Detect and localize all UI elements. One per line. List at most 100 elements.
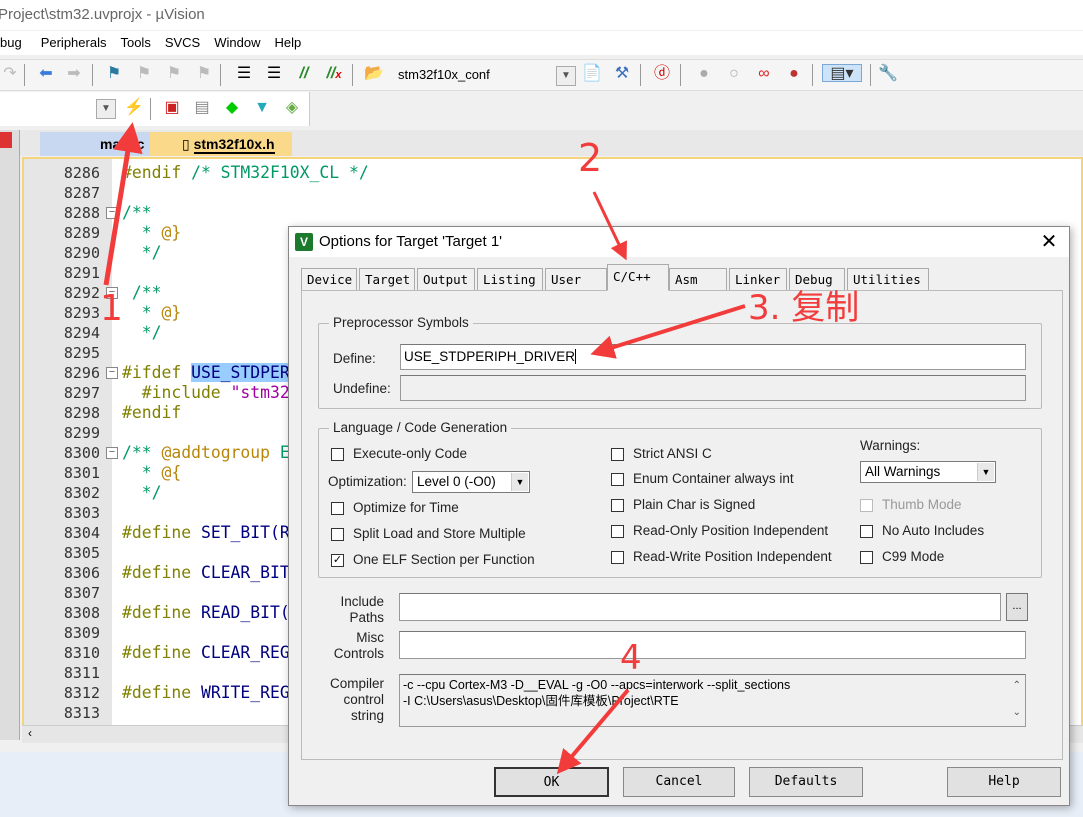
code-token: #define	[122, 523, 201, 542]
label-line: Misc	[356, 630, 384, 645]
split-load-store-checkbox[interactable]	[331, 528, 344, 541]
disable-breakpoints-icon[interactable]: ∞	[754, 65, 774, 83]
fold-toggle-icon[interactable]: −	[106, 367, 118, 379]
help-button[interactable]: Help	[947, 767, 1061, 797]
project-panel-edge	[0, 130, 20, 740]
line-number: 8303	[63, 504, 100, 522]
misc-controls-label: Misc Controls	[322, 630, 384, 662]
include-paths-input[interactable]	[399, 593, 1001, 621]
c99-mode-checkbox[interactable]	[860, 551, 873, 564]
scroll-up-icon[interactable]: ⌃	[1013, 678, 1021, 694]
tab-asm[interactable]: Asm	[669, 268, 727, 290]
enum-container-checkbox[interactable]	[611, 473, 624, 486]
one-elf-section-checkbox[interactable]: ✓	[331, 554, 344, 567]
tab-device[interactable]: Device	[301, 268, 357, 290]
tab-user[interactable]: User	[545, 268, 607, 290]
line-number: 8296	[63, 364, 100, 382]
fold-toggle-icon[interactable]: −	[106, 207, 118, 219]
tab-output[interactable]: Output	[417, 268, 475, 290]
tab-stm32f10x-h[interactable]: ▯ stm32f10x.h	[150, 132, 292, 156]
indent-icon[interactable]: ☰	[234, 65, 254, 83]
menu-debug[interactable]: bug	[0, 31, 29, 55]
tab-listing[interactable]: Listing	[477, 268, 543, 290]
prev-bookmark-icon[interactable]: ⚑	[134, 65, 154, 83]
close-icon[interactable]: ✕	[1035, 229, 1063, 255]
menu-tools[interactable]: Tools	[113, 31, 157, 55]
label-line: Paths	[349, 610, 384, 625]
bookmark-flag-icon[interactable]: ⚑	[104, 65, 124, 83]
line-number: 8305	[63, 544, 100, 562]
options-for-target-icon[interactable]: ⚡	[124, 99, 144, 117]
optimization-select[interactable]: Level 0 (-O0) ▼	[412, 471, 530, 493]
optimize-for-time-checkbox[interactable]	[331, 502, 344, 515]
browse-include-paths-button[interactable]: ...	[1006, 593, 1028, 621]
keil-app-icon: V	[295, 233, 313, 251]
no-auto-includes-label: No Auto Includes	[882, 523, 985, 538]
thumb-mode-label: Thumb Mode	[882, 497, 962, 512]
window-title-bar: Project\stm32.uvprojx - µVision	[0, 0, 1083, 30]
chevron-down-icon[interactable]: ▼	[556, 66, 576, 86]
menu-window[interactable]: Window	[207, 31, 267, 55]
manage-rte-icon[interactable]: ◆	[222, 99, 242, 117]
find-target-combo[interactable]: stm32f10x_conf	[390, 64, 578, 86]
code-line: #define WRITE_REG	[122, 683, 290, 703]
tab-main-c[interactable]: main.c	[40, 132, 152, 156]
next-bookmark-icon[interactable]: ⚑	[164, 65, 184, 83]
code-token: /* STM32F10X_CL */	[191, 163, 369, 182]
software-packs-icon[interactable]: ◈	[282, 99, 302, 117]
clear-bookmarks-icon[interactable]: ⚑	[194, 65, 214, 83]
manage-project-items-icon[interactable]: ▣	[162, 99, 182, 117]
thumb-mode-checkbox[interactable]	[860, 499, 873, 512]
back-arrow-icon[interactable]: ⬅	[36, 65, 56, 83]
scroll-left-icon[interactable]: ‹	[28, 726, 32, 740]
execute-only-checkbox[interactable]	[331, 448, 344, 461]
warnings-select[interactable]: All Warnings ▼	[860, 461, 996, 483]
cancel-button[interactable]: Cancel	[623, 767, 735, 797]
breakpoint-icon[interactable]: ●	[694, 65, 714, 83]
annotation-step-1: 1	[100, 288, 123, 329]
misc-controls-input[interactable]	[399, 631, 1026, 659]
line-number: 8290	[63, 244, 100, 262]
find-in-files-icon[interactable]: 📂	[364, 65, 384, 83]
no-auto-includes-checkbox[interactable]	[860, 525, 873, 538]
enum-container-label: Enum Container always int	[633, 471, 794, 486]
unindent-icon[interactable]: ☰	[264, 65, 284, 83]
incremental-find-icon[interactable]: 📄	[582, 65, 602, 83]
line-number: 8298	[63, 404, 100, 422]
forward-arrow-icon[interactable]: ➡	[64, 65, 84, 83]
define-input[interactable]: USE_STDPERIPH_DRIVER	[400, 344, 1026, 370]
tab-c-cpp[interactable]: C/C++	[607, 264, 669, 291]
ropi-checkbox[interactable]	[611, 525, 624, 538]
defaults-button[interactable]: Defaults	[749, 767, 863, 797]
rwpi-checkbox[interactable]	[611, 551, 624, 564]
tab-utilities[interactable]: Utilities	[847, 268, 929, 290]
enable-breakpoint-icon[interactable]: ○	[724, 65, 744, 83]
start-debug-icon[interactable]: ⓓ	[652, 65, 672, 83]
define-value: USE_STDPERIPH_DRIVER	[404, 349, 576, 364]
select-packs-icon[interactable]: ▤	[192, 99, 212, 117]
plain-char-signed-checkbox[interactable]	[611, 499, 624, 512]
fold-toggle-icon[interactable]: −	[106, 447, 118, 459]
pack-installer-icon[interactable]: ▼	[252, 99, 272, 117]
tab-target[interactable]: Target	[359, 268, 415, 290]
menu-svcs[interactable]: SVCS	[158, 31, 207, 55]
compiler-control-string-label: Compiler control string	[322, 676, 384, 724]
menu-peripherals[interactable]: Peripherals	[29, 31, 114, 55]
uncomment-icon[interactable]: //x	[324, 65, 344, 83]
source-browser-icon[interactable]: ⚒	[612, 65, 632, 83]
kill-breakpoints-icon[interactable]: ●	[784, 65, 804, 83]
compiler-control-string-box[interactable]: -c --cpu Cortex-M3 -D__EVAL -g -O0 --apc…	[399, 674, 1026, 727]
code-line: #define CLEAR_BIT	[122, 563, 290, 583]
ok-button[interactable]: OK	[494, 767, 609, 797]
undefine-input[interactable]	[400, 375, 1026, 401]
window-layout-icon[interactable]: ▤▾	[822, 64, 862, 82]
strict-ansi-c-checkbox[interactable]	[611, 448, 624, 461]
language-code-generation-group: Language / Code Generation Execute-only …	[318, 420, 1042, 578]
configure-icon[interactable]: 🔧	[878, 65, 898, 83]
chevron-down-icon[interactable]: ▼	[96, 99, 116, 119]
code-token: WRITE_REG	[200, 683, 290, 702]
scroll-down-icon[interactable]: ⌄	[1013, 705, 1021, 721]
comment-icon[interactable]: //	[294, 65, 314, 83]
redo-icon[interactable]: ↷	[0, 65, 20, 83]
menu-help[interactable]: Help	[267, 31, 308, 55]
